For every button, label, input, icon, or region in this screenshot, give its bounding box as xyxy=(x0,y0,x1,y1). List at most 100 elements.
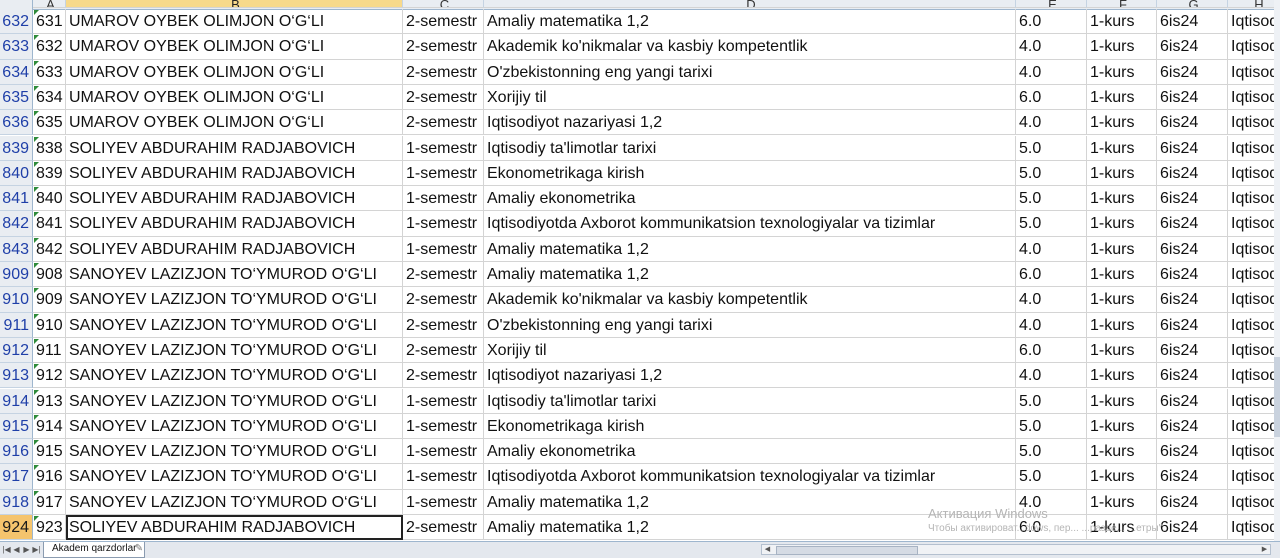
sheet-tab-akadem-qarzdorlar[interactable]: Akadem qarzdorlar xyxy=(43,542,146,558)
cell-h[interactable]: Iqtisod xyxy=(1228,313,1280,338)
cell-b[interactable]: SANOYEV LAZIZJON TO‘YMUROD O‘G‘LI xyxy=(66,489,403,515)
cell-b[interactable]: SANOYEV LAZIZJON TO‘YMUROD O‘G‘LI xyxy=(66,312,403,338)
cell-h[interactable]: Iqtisod xyxy=(1228,439,1280,465)
column-header-g[interactable]: G xyxy=(1157,0,1228,8)
next-sheet-icon[interactable]: ▶ xyxy=(22,544,31,555)
cell-f[interactable]: 1-kurs xyxy=(1087,186,1157,212)
cell-d[interactable]: Amaliy ekonometrika xyxy=(484,186,1016,212)
prev-sheet-icon[interactable]: ◀ xyxy=(12,544,21,555)
cell-g[interactable]: 6is24 xyxy=(1157,110,1228,136)
cell-f[interactable]: 1-kurs xyxy=(1087,413,1157,440)
cell-g[interactable]: 6is24 xyxy=(1157,186,1228,212)
cell-d[interactable]: O'zbekistonning eng yangi tarixi xyxy=(484,59,1016,85)
cell-c[interactable]: 1-semestr xyxy=(403,160,484,187)
cell-e[interactable]: 5.0 xyxy=(1016,464,1087,490)
cell-g[interactable]: 6is24 xyxy=(1157,363,1228,389)
cell-h[interactable]: Iqtisod xyxy=(1228,287,1280,313)
cell-f[interactable]: 1-kurs xyxy=(1087,160,1157,187)
cell-b[interactable]: UMAROV OYBEK OLIMJON O‘G‘LI xyxy=(66,84,403,111)
first-sheet-icon[interactable]: |◀ xyxy=(2,544,11,555)
cell-f[interactable]: 1-kurs xyxy=(1087,489,1157,515)
cell-e[interactable]: 6.0 xyxy=(1016,9,1087,35)
cell-h[interactable]: Iqtisod xyxy=(1228,262,1280,288)
cell-h[interactable]: Iqtisod xyxy=(1228,9,1280,35)
row-header[interactable]: 917 xyxy=(0,464,33,490)
cell-d[interactable]: Amaliy matematika 1,2 xyxy=(484,515,1016,541)
vertical-scrollbar[interactable] xyxy=(1274,0,1280,541)
cell-f[interactable]: 1-kurs xyxy=(1087,211,1157,237)
cell-g[interactable]: 6is24 xyxy=(1157,464,1228,490)
row-header[interactable]: 840 xyxy=(0,160,33,187)
cell-f[interactable]: 1-kurs xyxy=(1087,515,1157,541)
cell-h[interactable]: Iqtisod xyxy=(1228,161,1280,187)
column-header-a[interactable]: A xyxy=(33,0,66,8)
cell-f[interactable]: 1-kurs xyxy=(1087,135,1157,161)
row-header[interactable]: 911 xyxy=(0,312,33,338)
cell-f[interactable]: 1-kurs xyxy=(1087,84,1157,111)
cell-c[interactable]: 2-semestr xyxy=(403,262,484,288)
cell-d[interactable]: Amaliy matematika 1,2 xyxy=(484,262,1016,288)
cell-g[interactable]: 6is24 xyxy=(1157,515,1228,541)
cell-f[interactable]: 1-kurs xyxy=(1087,439,1157,465)
cell-e[interactable]: 4.0 xyxy=(1016,363,1087,389)
cell-f[interactable]: 1-kurs xyxy=(1087,262,1157,288)
cell-e[interactable]: 6.0 xyxy=(1016,84,1087,111)
column-header-h[interactable]: H xyxy=(1228,0,1280,8)
cell-g[interactable]: 6is24 xyxy=(1157,312,1228,338)
cell-c[interactable]: 2-semestr xyxy=(403,363,484,389)
cell-f[interactable]: 1-kurs xyxy=(1087,464,1157,490)
cell-h[interactable]: Iqtisod xyxy=(1228,110,1280,136)
row-header[interactable]: 924 xyxy=(0,515,33,541)
row-header[interactable]: 916 xyxy=(0,439,33,465)
row-header[interactable]: 918 xyxy=(0,489,33,515)
scroll-left-icon[interactable]: ◀ xyxy=(762,545,773,554)
cell-h[interactable]: Iqtisod xyxy=(1228,60,1280,85)
cell-f[interactable]: 1-kurs xyxy=(1087,337,1157,364)
cell-h[interactable]: Iqtisod xyxy=(1228,414,1280,440)
cell-c[interactable]: 1-semestr xyxy=(403,135,484,161)
cell-e[interactable]: 4.0 xyxy=(1016,59,1087,85)
cell-e[interactable]: 6.0 xyxy=(1016,262,1087,288)
cell-c[interactable]: 1-semestr xyxy=(403,186,484,212)
cell-f[interactable]: 1-kurs xyxy=(1087,110,1157,136)
cell-b[interactable]: SANOYEV LAZIZJON TO‘YMUROD O‘G‘LI xyxy=(66,287,403,313)
column-header-c[interactable]: C xyxy=(403,0,484,8)
cell-e[interactable]: 4.0 xyxy=(1016,236,1087,262)
cell-c[interactable]: 1-semestr xyxy=(403,236,484,262)
cell-h[interactable]: Iqtisod xyxy=(1228,186,1280,212)
cell-b[interactable]: SOLIYEV ABDURAHIM RADJABOVICH xyxy=(66,211,403,237)
cell-f[interactable]: 1-kurs xyxy=(1087,34,1157,60)
cell-g[interactable]: 6is24 xyxy=(1157,388,1228,414)
cell-d[interactable]: Akademik ko'nikmalar va kasbiy kompetent… xyxy=(484,34,1016,60)
cell-b[interactable]: SANOYEV LAZIZJON TO‘YMUROD O‘G‘LI xyxy=(66,413,403,440)
cell-h[interactable]: Iqtisod xyxy=(1228,363,1280,389)
cell-h[interactable]: Iqtisod xyxy=(1228,464,1280,490)
cell-h[interactable]: Iqtisod xyxy=(1228,34,1280,60)
cell-e[interactable]: 6.0 xyxy=(1016,515,1087,541)
horizontal-scrollbar[interactable]: ◀ ▶ xyxy=(761,544,1271,555)
insert-sheet-icon[interactable]: ✎ xyxy=(132,543,146,555)
cell-b[interactable]: SOLIYEV ABDURAHIM RADJABOVICH xyxy=(66,135,403,161)
cell-g[interactable]: 6is24 xyxy=(1157,439,1228,465)
cell-f[interactable]: 1-kurs xyxy=(1087,388,1157,414)
cell-h[interactable]: Iqtisod xyxy=(1228,136,1280,161)
vertical-scroll-thumb[interactable] xyxy=(1274,357,1280,437)
column-header-e[interactable]: E xyxy=(1016,0,1087,8)
cell-c[interactable]: 2-semestr xyxy=(403,59,484,85)
cell-e[interactable]: 4.0 xyxy=(1016,34,1087,60)
cell-e[interactable]: 4.0 xyxy=(1016,312,1087,338)
cell-b[interactable]: SOLIYEV ABDURAHIM RADJABOVICH xyxy=(66,186,403,212)
horizontal-scroll-thumb[interactable] xyxy=(776,546,918,555)
cell-c[interactable]: 2-semestr xyxy=(403,34,484,60)
cell-g[interactable]: 6is24 xyxy=(1157,413,1228,440)
cell-g[interactable]: 6is24 xyxy=(1157,211,1228,237)
cell-d[interactable]: Amaliy ekonometrika xyxy=(484,439,1016,465)
cell-g[interactable]: 6is24 xyxy=(1157,287,1228,313)
cell-h[interactable]: Iqtisod xyxy=(1228,237,1280,262)
cell-c[interactable]: 1-semestr xyxy=(403,388,484,414)
row-header[interactable]: 915 xyxy=(0,413,33,440)
cell-e[interactable]: 5.0 xyxy=(1016,413,1087,440)
cell-c[interactable]: 2-semestr xyxy=(403,9,484,35)
cell-d[interactable]: Xorijiy til xyxy=(484,337,1016,364)
cell-d[interactable]: Iqtisodiy ta'limotlar tarixi xyxy=(484,388,1016,414)
